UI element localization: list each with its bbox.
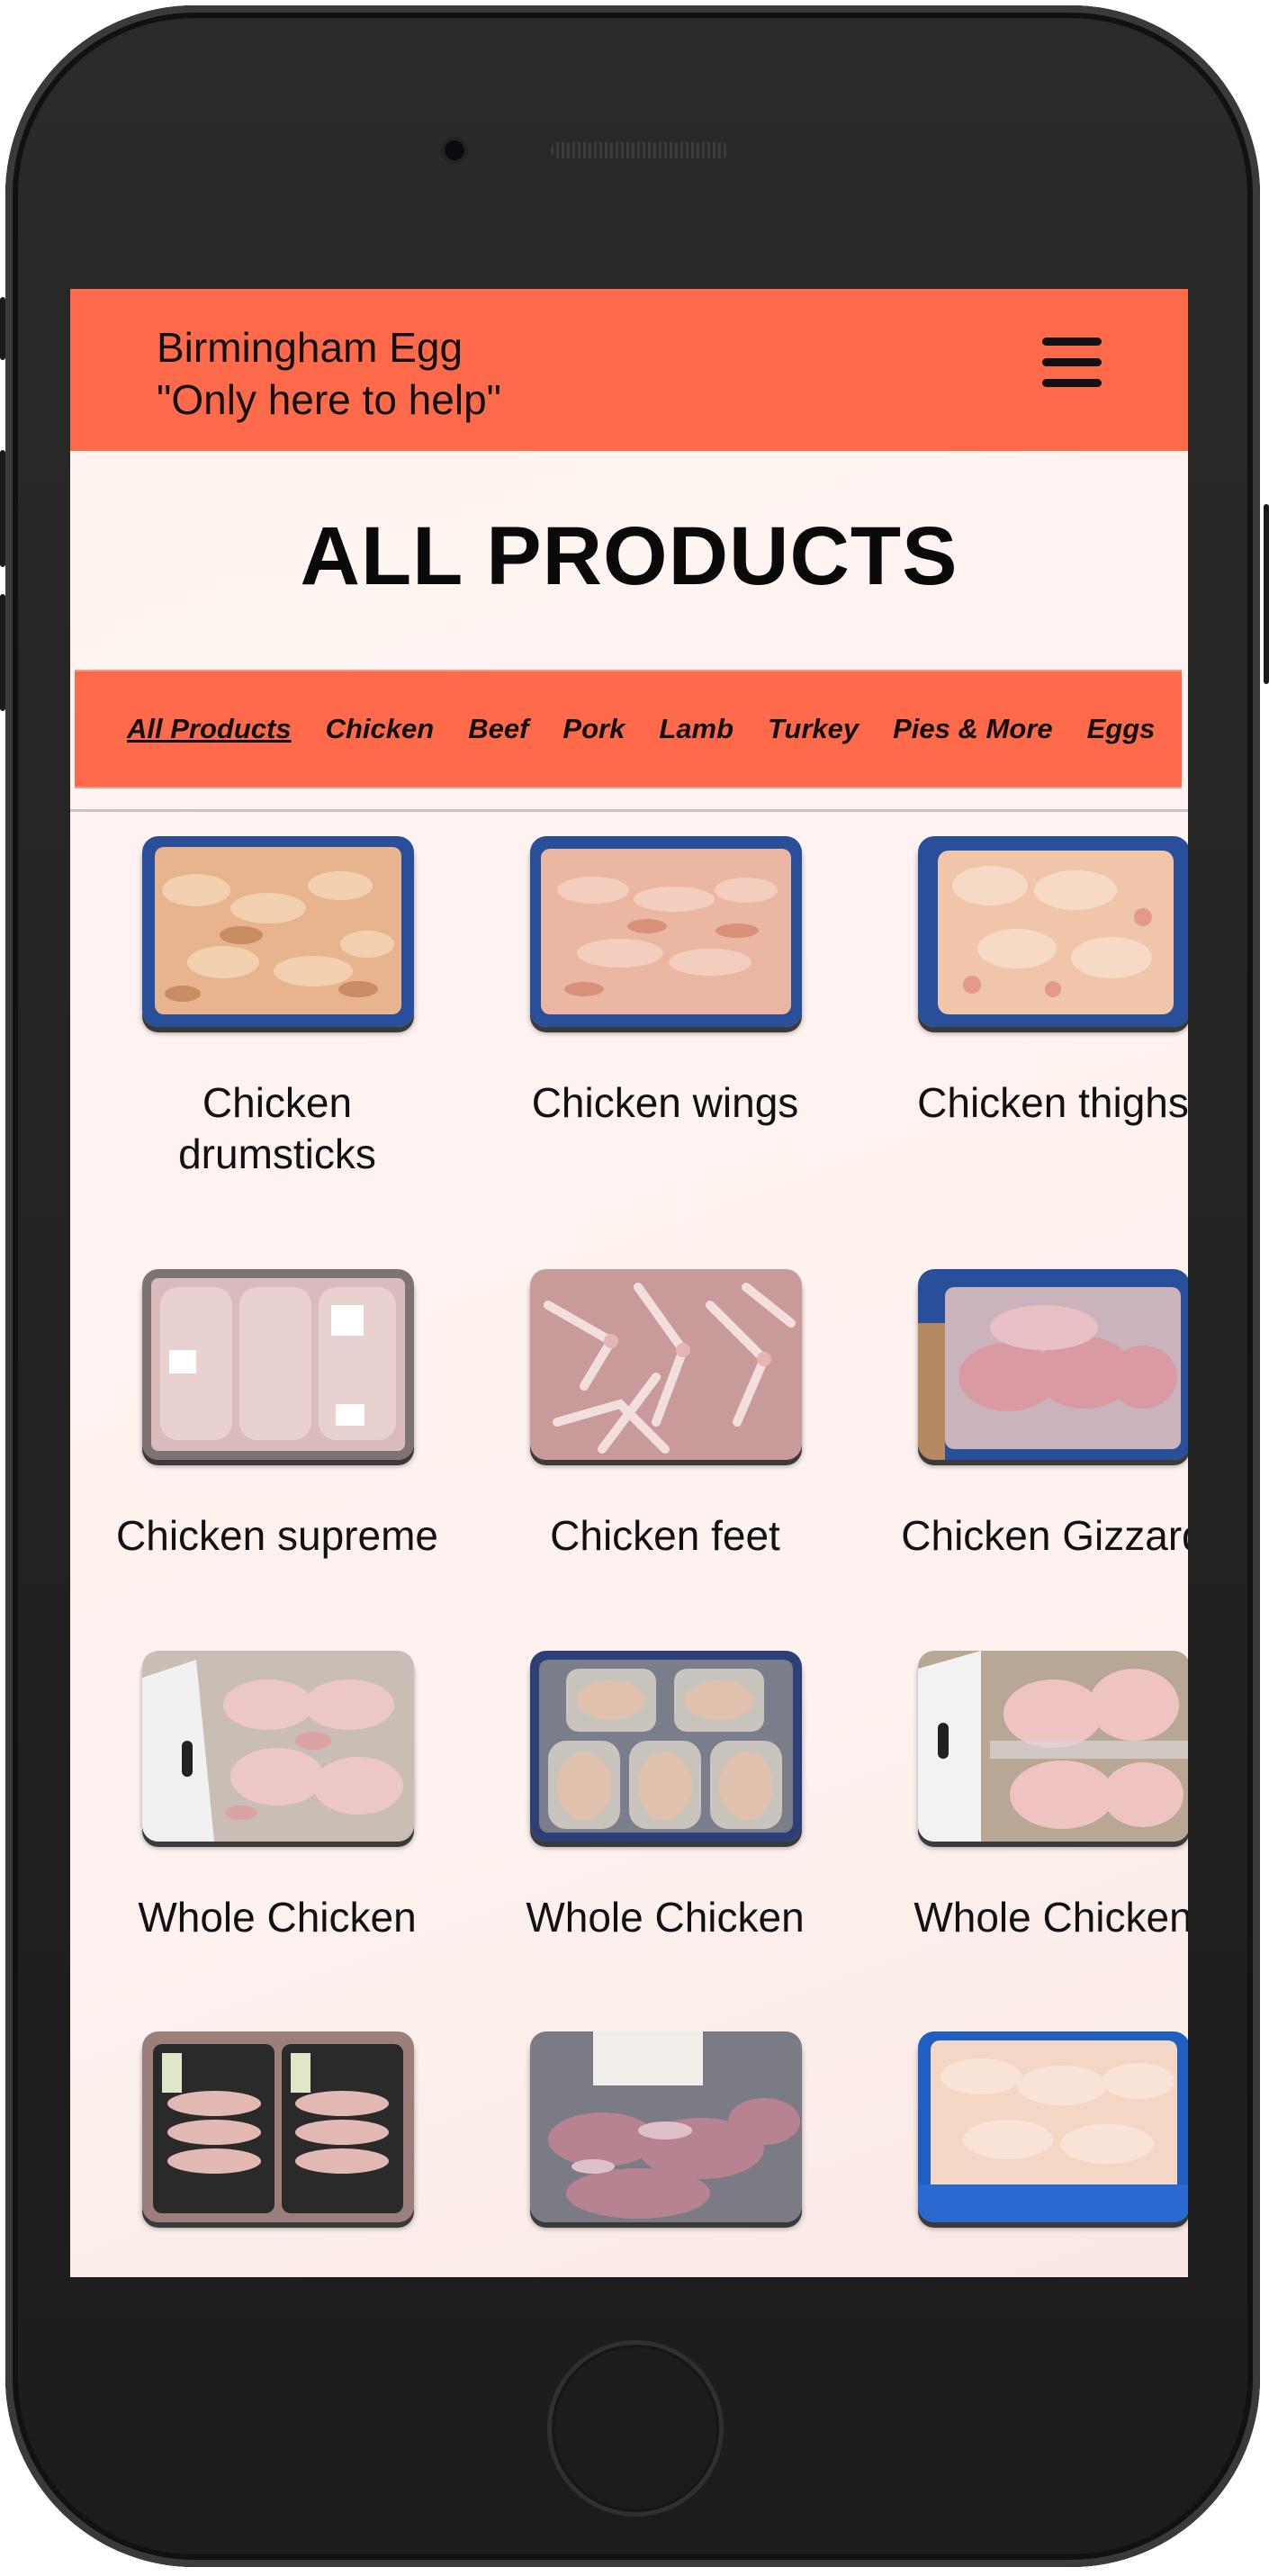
product-image <box>142 836 414 1027</box>
category-nav: All Products Chicken Beef Pork Lamb Turk… <box>75 670 1182 788</box>
brand[interactable]: Birmingham Egg "Only here to help" <box>157 321 501 426</box>
product-image <box>530 2031 802 2222</box>
divider <box>70 809 1188 812</box>
page-title: ALL PRODUCTS <box>300 510 958 602</box>
product-name: Chicken supreme <box>116 1512 438 1559</box>
product-name: Chicken drumsticks <box>178 1079 376 1177</box>
browser-viewport: Birmingham Egg "Only here to help" ALL P… <box>70 289 1188 2277</box>
category-pork[interactable]: Pork <box>562 713 625 745</box>
product-name: Whole Chicken <box>526 1894 805 1941</box>
power-button <box>1264 504 1269 684</box>
category-pies-more[interactable]: Pies & More <box>893 713 1052 745</box>
home-button[interactable] <box>547 2340 724 2517</box>
brand-tagline: "Only here to help" <box>157 376 501 423</box>
category-beef[interactable]: Beef <box>468 713 528 745</box>
product-image <box>530 836 802 1027</box>
product-name: Chicken thighs <box>917 1079 1188 1126</box>
product-image <box>918 836 1188 1027</box>
front-camera <box>445 140 464 160</box>
product-name: Whole Chicken <box>914 1894 1188 1941</box>
product-image <box>918 1269 1188 1460</box>
hamburger-menu-icon[interactable] <box>1042 336 1102 388</box>
category-eggs[interactable]: Eggs <box>1087 713 1156 745</box>
product-image <box>530 1651 802 1842</box>
product-name: Chicken wings <box>531 1079 799 1126</box>
category-turkey[interactable]: Turkey <box>768 713 859 745</box>
volume-up-button <box>0 450 5 567</box>
mute-switch <box>0 297 5 360</box>
product-name: Chicken feet <box>550 1512 780 1559</box>
earpiece-speaker <box>551 142 729 158</box>
brand-name: Birmingham Egg <box>157 324 464 371</box>
product-name: Chicken Gizzard <box>901 1512 1188 1559</box>
category-chicken[interactable]: Chicken <box>326 713 435 745</box>
volume-down-button <box>0 594 5 711</box>
product-image <box>142 1269 414 1460</box>
product-image <box>918 1651 1188 1842</box>
product-image <box>530 1269 802 1460</box>
product-image <box>142 2031 414 2222</box>
product-image <box>142 1651 414 1842</box>
product-name: Whole Chicken <box>138 1894 417 1941</box>
product-image <box>918 2031 1188 2222</box>
site-header: Birmingham Egg "Only here to help" <box>70 289 1188 451</box>
category-lamb[interactable]: Lamb <box>659 713 734 745</box>
category-all-products[interactable]: All Products <box>127 713 292 745</box>
